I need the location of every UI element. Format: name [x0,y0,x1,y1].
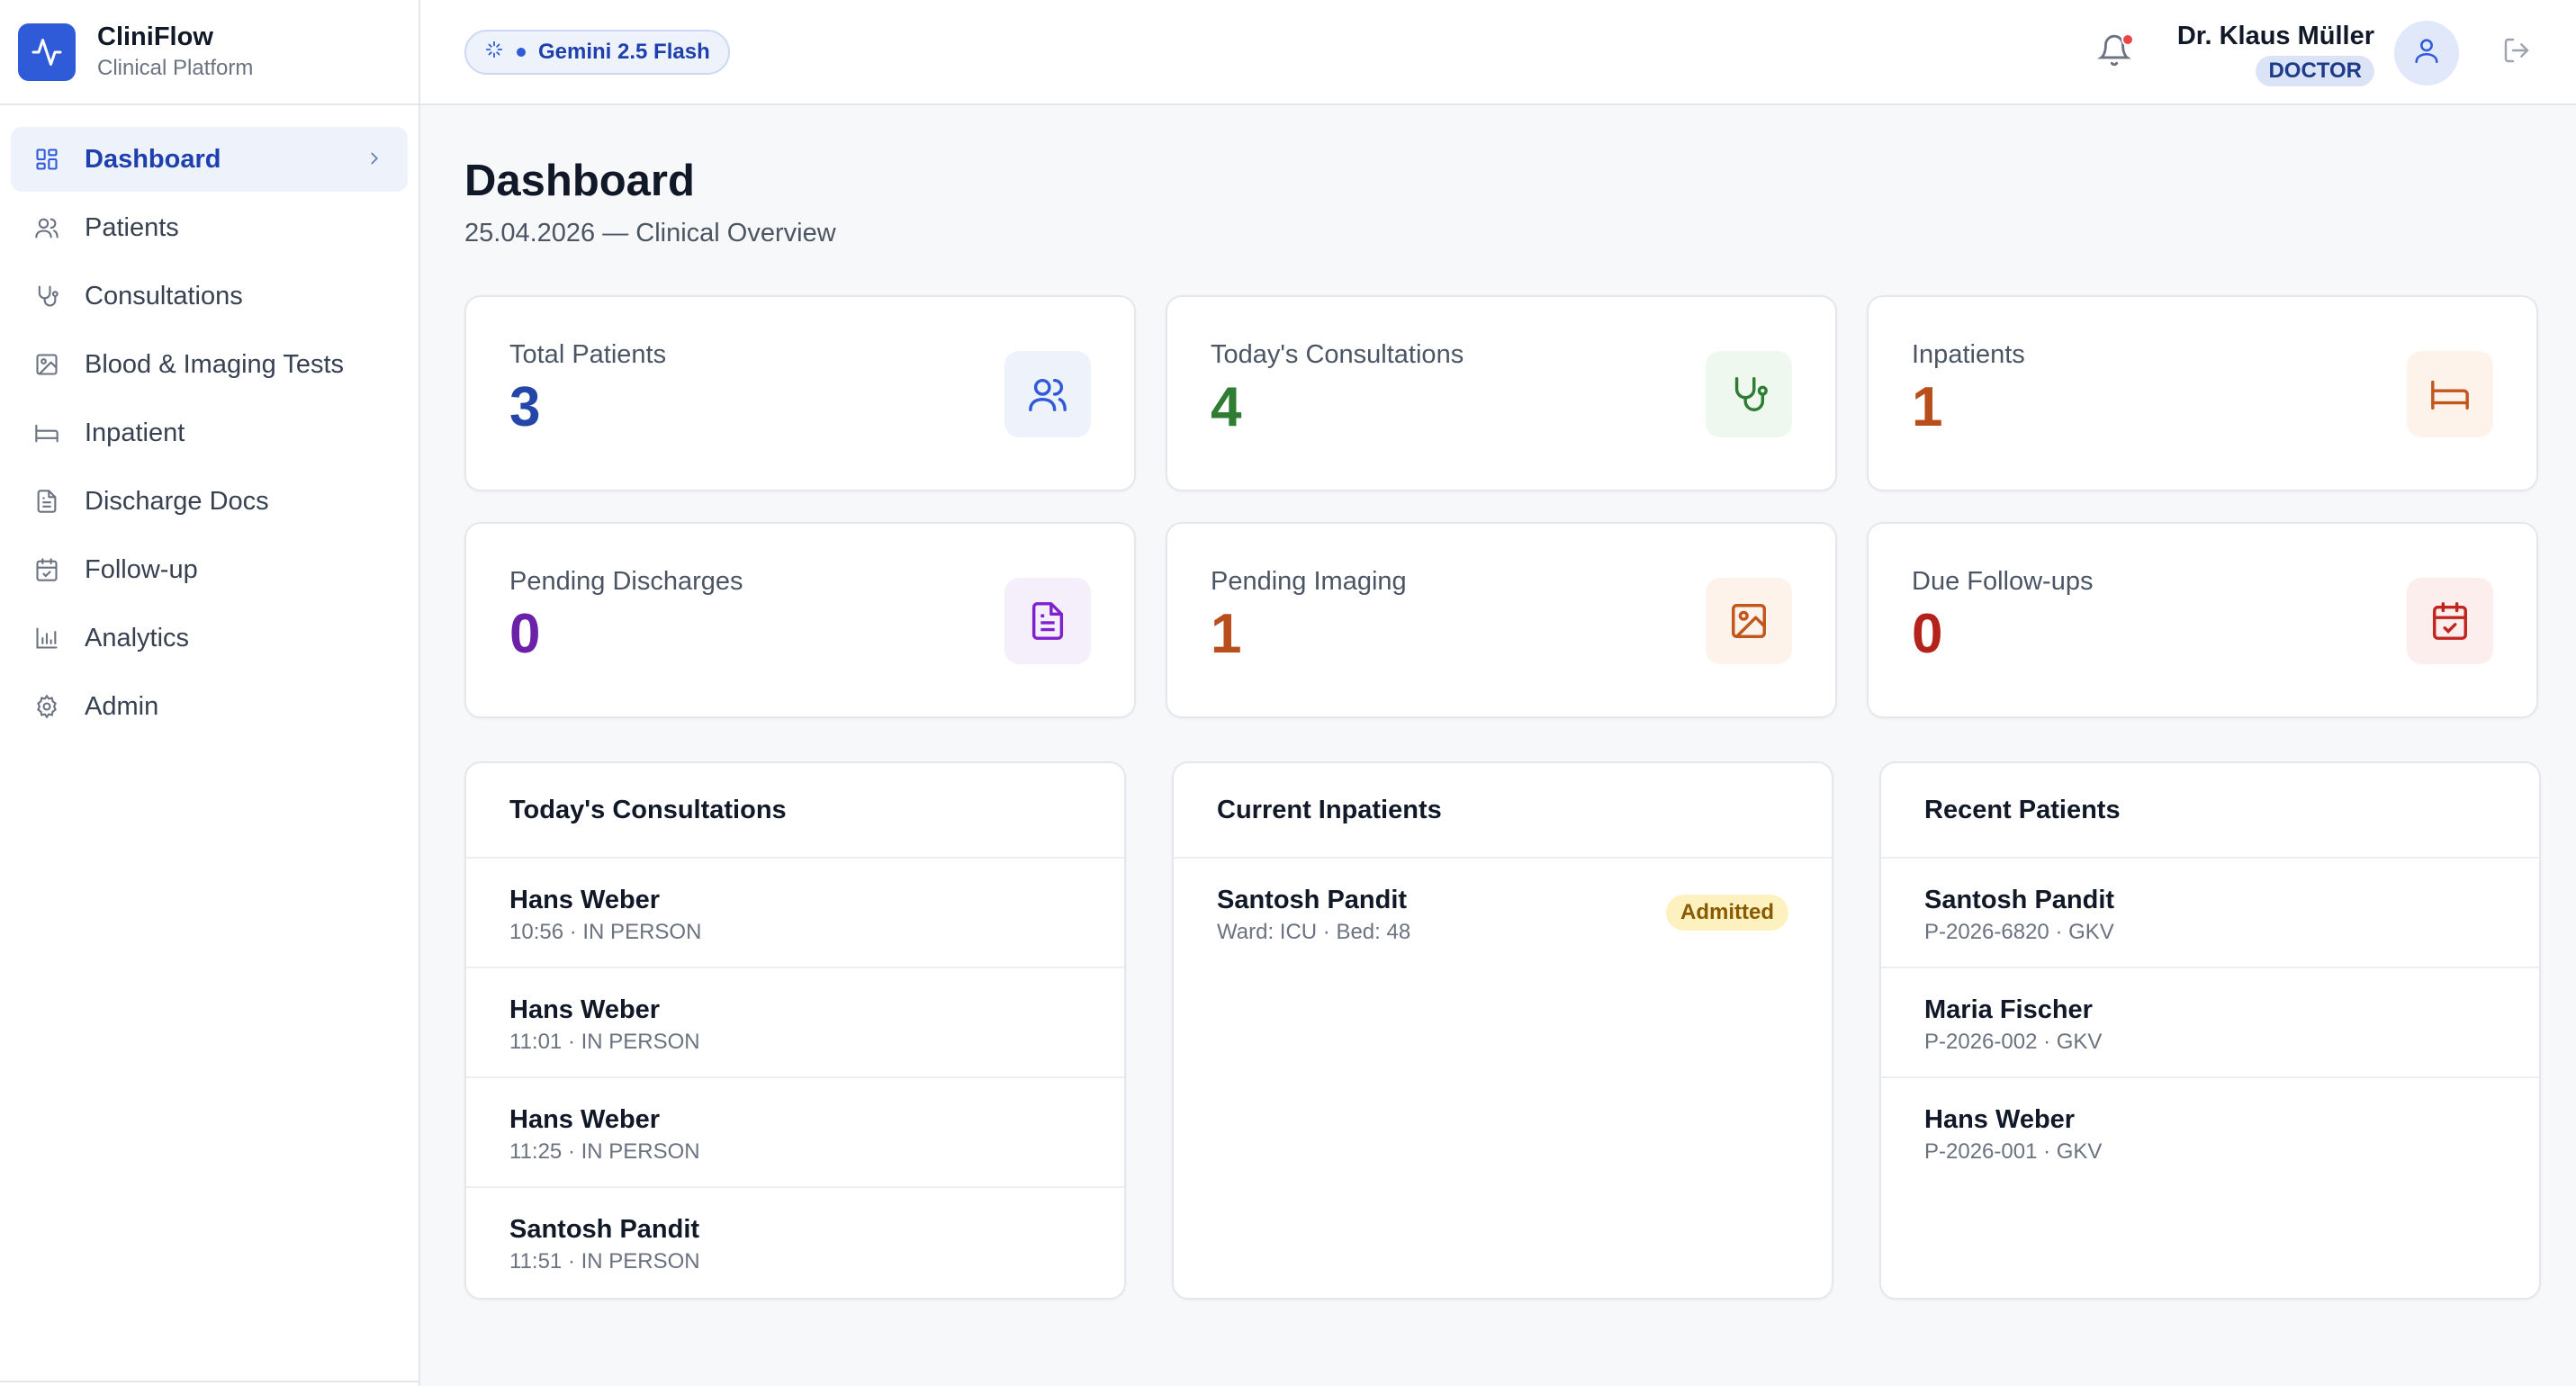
patient-name: Santosh Pandit [509,1215,700,1244]
notification-dot [2121,32,2134,46]
patient-name: Hans Weber [509,995,661,1024]
sidebar-item-label: Analytics [85,623,190,652]
sidebar-item-label: Dashboard [85,144,221,174]
recent-patients-panel: Recent Patients Santosh Pandit P-2026-68… [1879,761,2541,1300]
image-icon [32,350,61,379]
notifications-button[interactable] [2094,32,2134,73]
page-subtitle: 25.04.2026 — Clinical Overview [464,219,836,248]
sidebar-item-consultations[interactable]: Consultations [11,264,408,328]
stat-card-pending-imaging[interactable]: Pending Imaging 1 [1166,522,1837,718]
patient-id-insurance: P-2026-002 · GKV [1924,1030,2103,1054]
image-icon [1706,578,1792,664]
dashboard-content: Dashboard 25.04.2026 — Clinical Overview… [420,105,2576,1300]
list-item[interactable]: Maria Fischer P-2026-002 · GKV [1881,968,2539,1078]
consultation-detail: 11:01 · IN PERSON [509,1030,700,1054]
sidebar-item-dashboard[interactable]: Dashboard [11,127,408,192]
stethoscope-icon [1706,351,1792,437]
todays-consultations-panel: Today's Consultations Hans Weber 10:56 ·… [464,761,1126,1300]
brand-name: CliniFlow [97,22,213,51]
user-name: Dr. Klaus Müller [2176,21,2374,50]
page-title: Dashboard [464,157,695,205]
panel-title: Today's Consultations [466,763,1124,859]
stat-card-pending-discharges[interactable]: Pending Discharges 0 [464,522,1136,718]
stat-card-total-patients[interactable]: Total Patients 3 [464,295,1136,491]
sparkle-icon [484,40,504,64]
consultation-detail: 11:51 · IN PERSON [509,1249,700,1274]
sidebar: CliniFlow Clinical Platform Dashboard Pa… [0,0,420,1386]
status-dot [517,47,526,57]
file-text-icon [32,487,61,516]
bed-icon [2407,351,2493,437]
users-icon [1004,351,1091,437]
file-text-icon [1004,578,1091,664]
list-item[interactable]: Hans Weber P-2026-001 · GKV [1881,1078,2539,1188]
list-item[interactable]: Santosh Pandit P-2026-6820 · GKV [1881,859,2539,968]
sidebar-item-label: Blood & Imaging Tests [85,349,345,379]
bar-chart-icon [32,624,61,652]
sidebar-item-analytics[interactable]: Analytics [11,606,408,670]
model-selector[interactable]: Gemini 2.5 Flash [464,29,730,75]
panel-title: Current Inpatients [1174,763,1832,859]
patient-id-insurance: P-2026-001 · GKV [1924,1139,2103,1164]
current-inpatients-panel: Current Inpatients Santosh Pandit Ward: … [1172,761,1833,1300]
sidebar-item-patients[interactable]: Patients [11,195,408,260]
sidebar-item-label: Follow-up [85,554,198,584]
grid-icon [32,145,61,174]
patient-id-insurance: P-2026-6820 · GKV [1924,920,2114,944]
consultation-detail: 11:25 · IN PERSON [509,1139,700,1164]
list-item[interactable]: Santosh Pandit 11:51 · IN PERSON [466,1188,1124,1298]
sidebar-item-follow-up[interactable]: Follow-up [11,537,408,602]
calendar-check-icon [32,555,61,584]
patient-name: Maria Fischer [1924,995,2093,1024]
user-icon [2411,35,2442,70]
sidebar-divider [0,1381,419,1382]
patient-name: Hans Weber [509,1105,661,1134]
sidebar-item-label: Inpatient [85,418,185,447]
sidebar-item-label: Patients [85,212,179,242]
sidebar-item-label: Discharge Docs [85,486,269,516]
stats-grid: Total Patients 3 Today's Consultations 4… [464,295,2538,718]
stat-card-inpatients[interactable]: Inpatients 1 [1867,295,2538,491]
brand[interactable]: CliniFlow Clinical Platform [0,0,419,105]
patient-name: Hans Weber [1924,1105,2076,1134]
panels-row: Today's Consultations Hans Weber 10:56 ·… [464,761,2541,1300]
patient-name: Hans Weber [509,886,661,914]
main-area: Gemini 2.5 Flash Dr. Klaus Müller DOCTOR [420,0,2576,1386]
stethoscope-icon [32,282,61,310]
list-item[interactable]: Hans Weber 10:56 · IN PERSON [466,859,1124,968]
avatar[interactable] [2394,20,2459,86]
sidebar-item-inpatient[interactable]: Inpatient [11,400,408,465]
status-badge: Admitted [1666,895,1788,931]
calendar-check-icon [2407,578,2493,664]
sidebar-item-discharge-docs[interactable]: Discharge Docs [11,469,408,534]
brand-subtitle: Clinical Platform [97,55,254,80]
topbar: Gemini 2.5 Flash Dr. Klaus Müller DOCTOR [420,0,2576,105]
role-badge: DOCTOR [2256,55,2374,86]
list-item[interactable]: Hans Weber 11:25 · IN PERSON [466,1078,1124,1188]
sidebar-item-admin[interactable]: Admin [11,674,408,739]
activity-icon [18,22,76,81]
users-icon [32,213,61,242]
stat-card-due-follow-ups[interactable]: Due Follow-ups 0 [1867,522,2538,718]
sidebar-item-label: Admin [85,691,159,721]
panel-title: Recent Patients [1881,763,2539,859]
bed-icon [32,418,61,447]
list-item[interactable]: Santosh Pandit Ward: ICU · Bed: 48 Admit… [1174,859,1832,968]
chevron-right-icon [365,148,384,173]
gear-icon [32,692,61,721]
consultation-detail: 10:56 · IN PERSON [509,920,702,944]
logout-button[interactable] [2500,37,2533,69]
sidebar-item-blood-imaging-tests[interactable]: Blood & Imaging Tests [11,332,408,397]
patient-name: Santosh Pandit [1924,886,2115,914]
logout-icon [2502,36,2531,69]
stat-card-todays-consultations[interactable]: Today's Consultations 4 [1166,295,1837,491]
sidebar-item-label: Consultations [85,281,243,310]
model-label: Gemini 2.5 Flash [538,39,710,64]
user-info: Dr. Klaus Müller DOCTOR [2177,20,2374,86]
sidebar-nav: Dashboard Patients Consultations Blood &… [0,105,419,739]
list-item[interactable]: Hans Weber 11:01 · IN PERSON [466,968,1124,1078]
